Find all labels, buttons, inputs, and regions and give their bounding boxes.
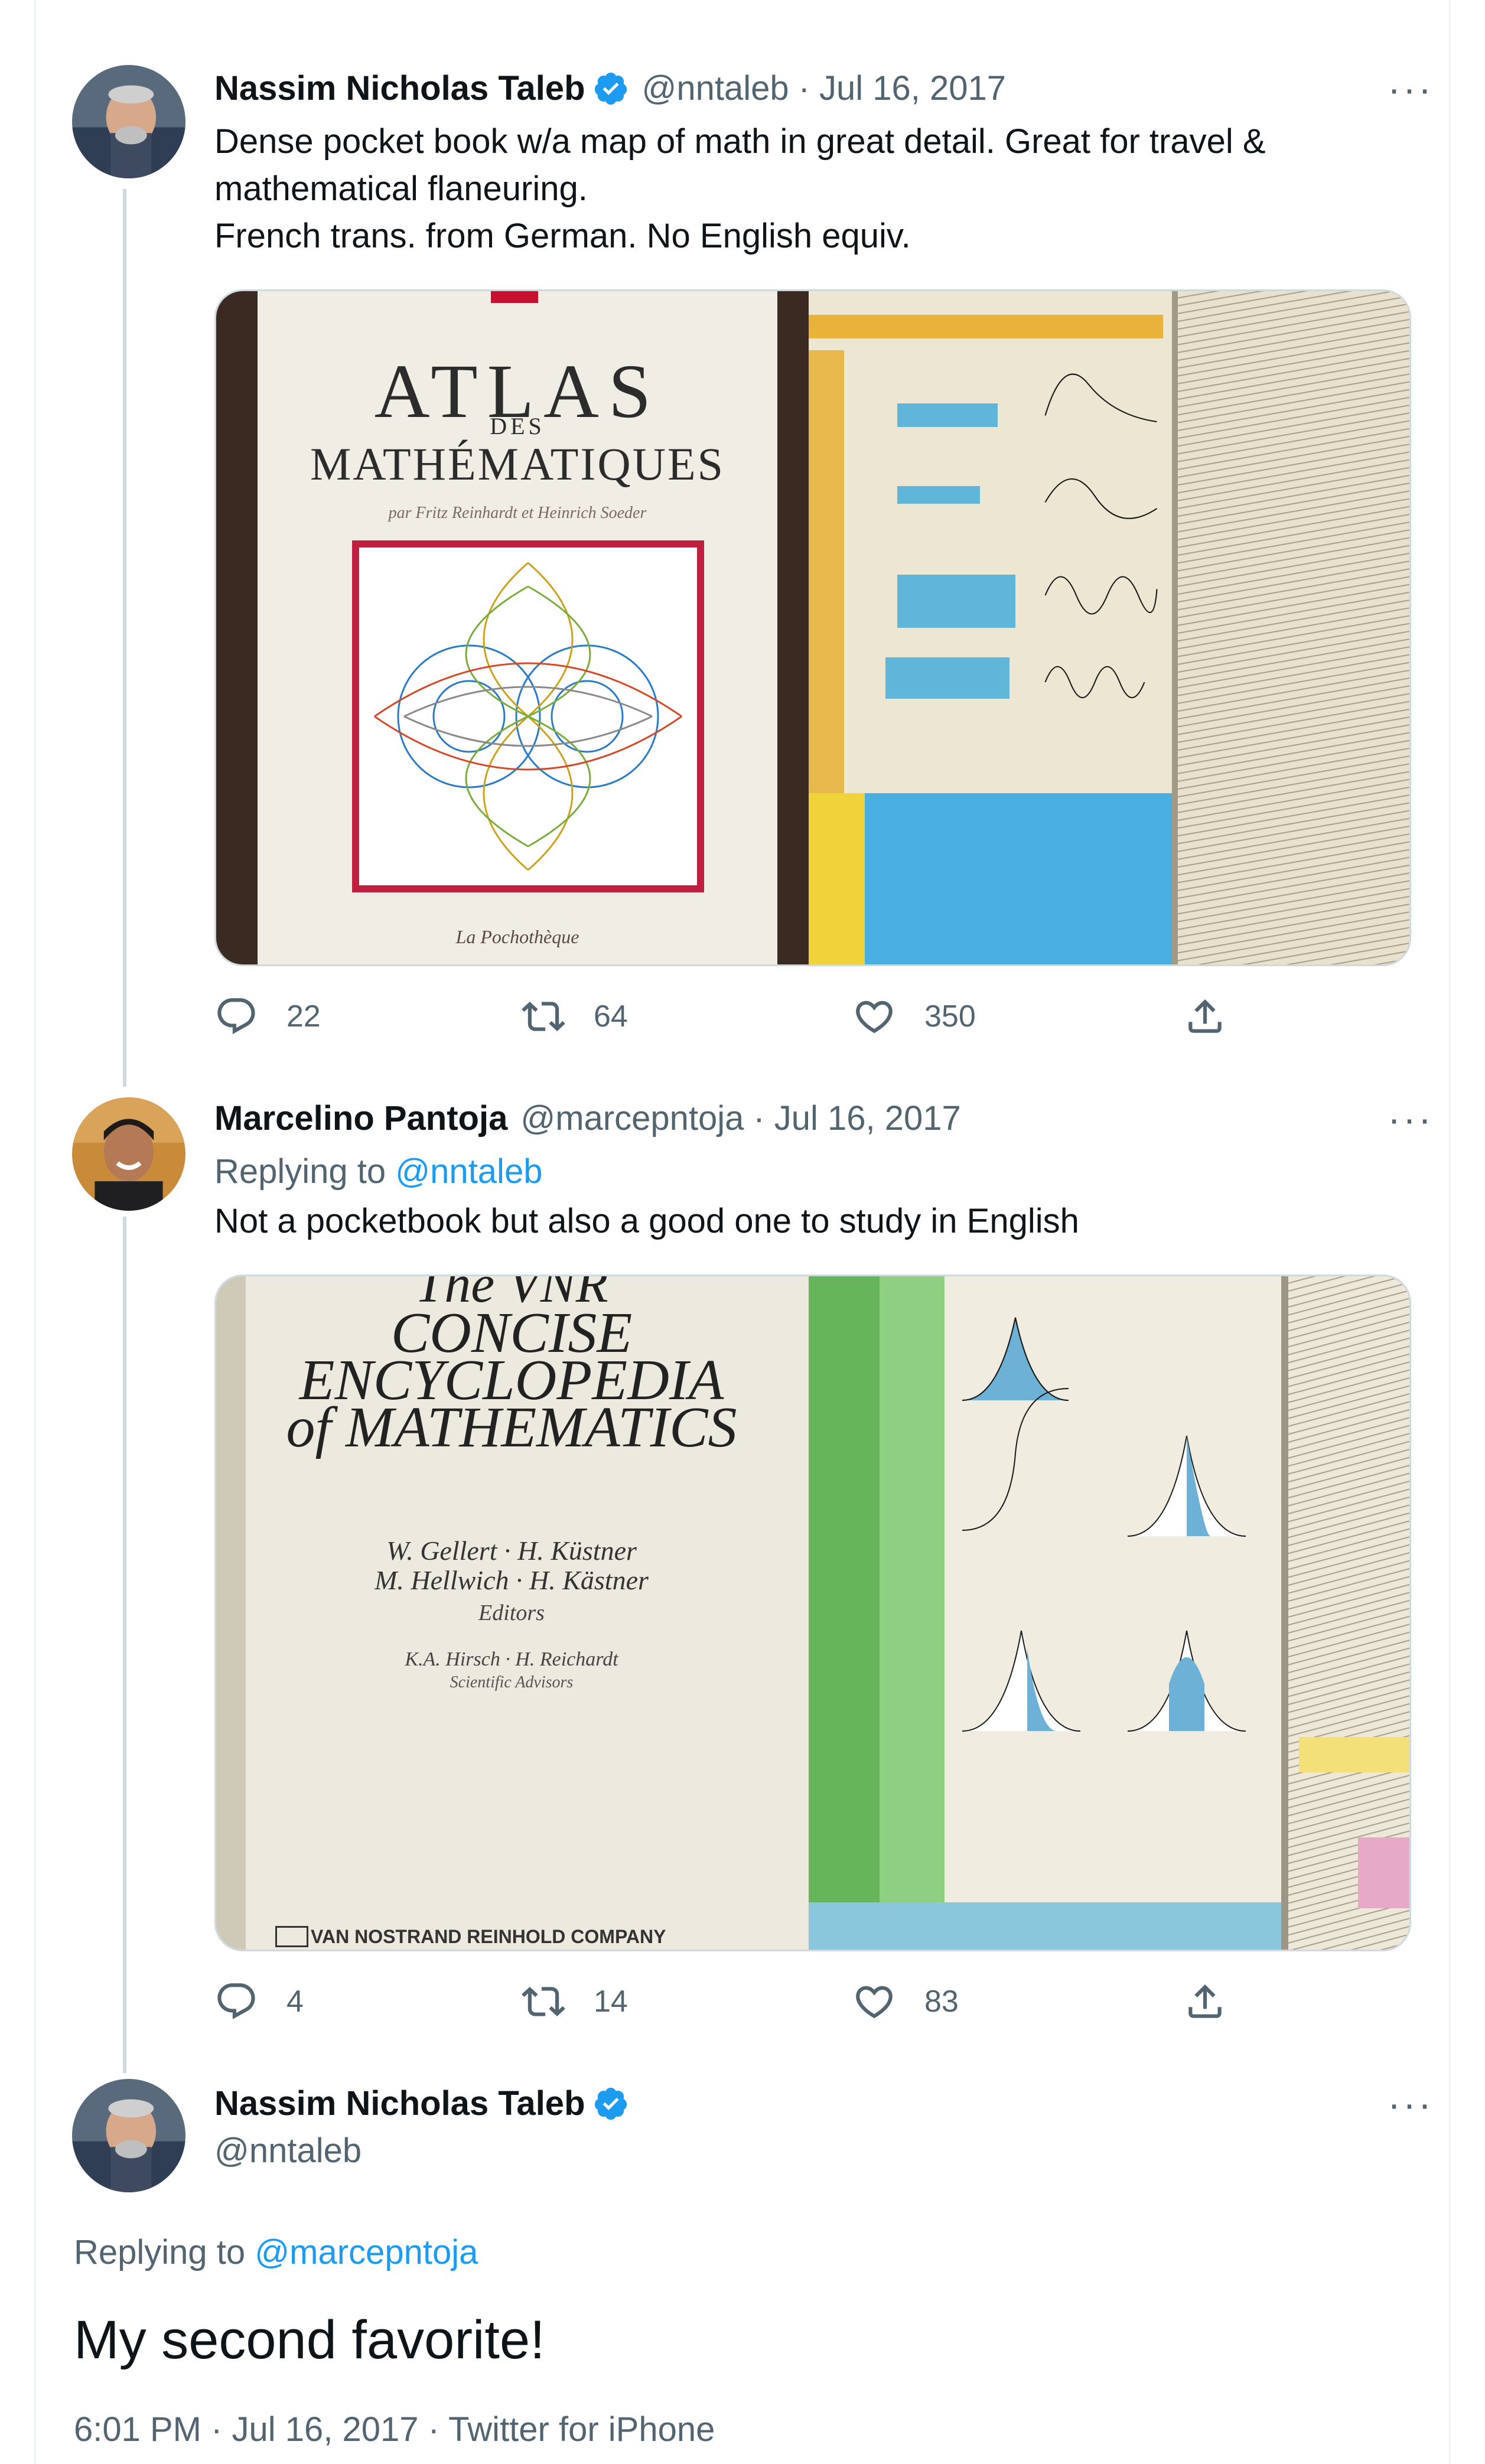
share-button[interactable] — [1183, 1980, 1227, 2023]
cover-advisors: K.A. Hirsch · H. Reichardt — [405, 1648, 618, 1670]
cover-title-3: of MATHEMATICS — [286, 1396, 737, 1459]
replying-to-link[interactable]: @nntaleb — [395, 1152, 542, 1191]
cover-illustration — [352, 540, 704, 892]
avatar[interactable] — [72, 65, 185, 178]
replying-to: Replying to @nntaleb — [214, 1152, 542, 1191]
more-icon[interactable]: ··· — [1388, 2081, 1434, 2126]
retweet-icon — [522, 1986, 565, 2017]
cover-publisher: La Pochothèque — [455, 926, 579, 947]
book-cover-photo: The VNR CONCISE ENCYCLOPEDIA of MATHEMAT… — [216, 1276, 809, 1950]
tweet-date[interactable]: Jul 16, 2017 — [819, 69, 1006, 108]
share-icon — [1188, 999, 1222, 1033]
share-icon — [1188, 1984, 1222, 2018]
more-icon[interactable]: ··· — [1388, 1096, 1434, 1141]
verified-icon — [594, 72, 627, 105]
reply-icon — [217, 1983, 255, 2019]
reply-count: 4 — [286, 1984, 304, 2019]
book-cover-photo: ATLAS DES MATHÉMATIQUES par Fritz Reinha… — [216, 291, 809, 964]
avatar[interactable] — [72, 2079, 185, 2192]
book-pages-photo — [809, 291, 1409, 964]
tweet-actions: 22 64 350 — [214, 995, 1230, 1038]
tweet-date[interactable]: Jul 16, 2017 — [774, 1099, 961, 1138]
tweet-header: Marcelino Pantoja @marcepntoja · Jul 16,… — [214, 1099, 961, 1138]
tweet-media[interactable]: ATLAS DES MATHÉMATIQUES par Fritz Reinha… — [214, 289, 1411, 966]
author-name[interactable]: Nassim Nicholas Taleb — [214, 69, 585, 108]
reply-button[interactable]: 4 — [214, 1980, 522, 2023]
text-line: French trans. from German. No English eq… — [214, 217, 911, 255]
reply-button[interactable]: 22 — [214, 995, 522, 1038]
tweet-text: My second favorite! — [74, 2310, 545, 2370]
tweet-text: Not a pocketbook but also a good one to … — [214, 1202, 1079, 1240]
reply-count: 22 — [286, 999, 321, 1034]
separator: · — [798, 69, 810, 107]
retweet-icon — [522, 1001, 565, 1032]
more-icon[interactable]: ··· — [1388, 66, 1434, 111]
like-button[interactable]: 350 — [852, 995, 1183, 1038]
cover-authors: par Fritz Reinhardt et Heinrich Soeder — [388, 504, 647, 522]
author-handle[interactable]: @nntaleb — [642, 69, 789, 108]
avatar[interactable] — [72, 1097, 185, 1211]
bell-curve-figures — [962, 1317, 1246, 1732]
retweet-count: 64 — [594, 999, 628, 1034]
cover-subtitle: MATHÉMATIQUES — [310, 438, 725, 490]
retweet-button[interactable]: 64 — [522, 995, 852, 1038]
tweet-1[interactable]: Nassim Nicholas Taleb @nntaleb · Jul 16,… — [0, 0, 1485, 1063]
tweet-header: Nassim Nicholas Taleb @nntaleb · Jul 16,… — [214, 69, 1006, 108]
text-line: mathematical flaneuring. — [214, 170, 588, 208]
cover-editors-label: Editors — [478, 1601, 545, 1625]
like-icon — [856, 1986, 893, 2019]
cover-editors-1: W. Gellert · H. Küstner — [386, 1536, 637, 1566]
replying-to-label: Replying to — [214, 1152, 386, 1191]
cover-editors-2: M. Hellwich · H. Kästner — [374, 1565, 649, 1595]
verified-icon — [594, 2087, 627, 2120]
author-name[interactable]: Marcelino Pantoja — [214, 1099, 507, 1138]
replying-to: Replying to @marcepntoja — [74, 2232, 478, 2272]
like-count: 83 — [924, 1984, 959, 2019]
cover-advisors-label: Scientific Advisors — [450, 1673, 574, 1691]
graph-thumbnails — [1044, 373, 1158, 699]
text-line: Dense pocket book w/a map of math in gre… — [214, 122, 1266, 161]
like-button[interactable]: 83 — [852, 1980, 1183, 2023]
tweet-2[interactable]: Marcelino Pantoja @marcepntoja · Jul 16,… — [0, 1063, 1485, 2055]
tweet-header-handle: @nntaleb — [214, 2131, 362, 2170]
tweet-actions: 4 14 83 — [214, 1980, 1230, 2023]
separator: · — [753, 1099, 765, 1138]
tweet-text: Dense pocket book w/a map of math in gre… — [214, 118, 1372, 260]
tweet-media[interactable]: The VNR CONCISE ENCYCLOPEDIA of MATHEMAT… — [214, 1275, 1411, 1951]
tweet-header: Nassim Nicholas Taleb — [214, 2084, 629, 2123]
like-count: 350 — [924, 999, 976, 1034]
author-name[interactable]: Nassim Nicholas Taleb — [214, 2084, 585, 2123]
tweet-timestamp[interactable]: 6:01 PM · Jul 16, 2017 · Twitter for iPh… — [74, 2410, 715, 2449]
author-handle[interactable]: @nntaleb — [214, 2131, 362, 2170]
reply-icon — [217, 998, 255, 1034]
author-handle[interactable]: @marcepntoja — [520, 1099, 744, 1138]
replying-to-label: Replying to — [74, 2233, 246, 2271]
retweet-button[interactable]: 14 — [522, 1980, 852, 2023]
share-button[interactable] — [1183, 995, 1227, 1038]
cover-publisher: VAN NOSTRAND REINHOLD COMPANY — [311, 1926, 666, 1947]
replying-to-link[interactable]: @marcepntoja — [255, 2233, 478, 2271]
retweet-count: 14 — [594, 1984, 628, 2019]
book-pages-photo — [809, 1276, 1409, 1950]
cover-des: DES — [490, 413, 545, 439]
like-icon — [856, 1000, 893, 1034]
focused-tweet: Nassim Nicholas Taleb @nntaleb ··· Reply… — [0, 2055, 1485, 2464]
